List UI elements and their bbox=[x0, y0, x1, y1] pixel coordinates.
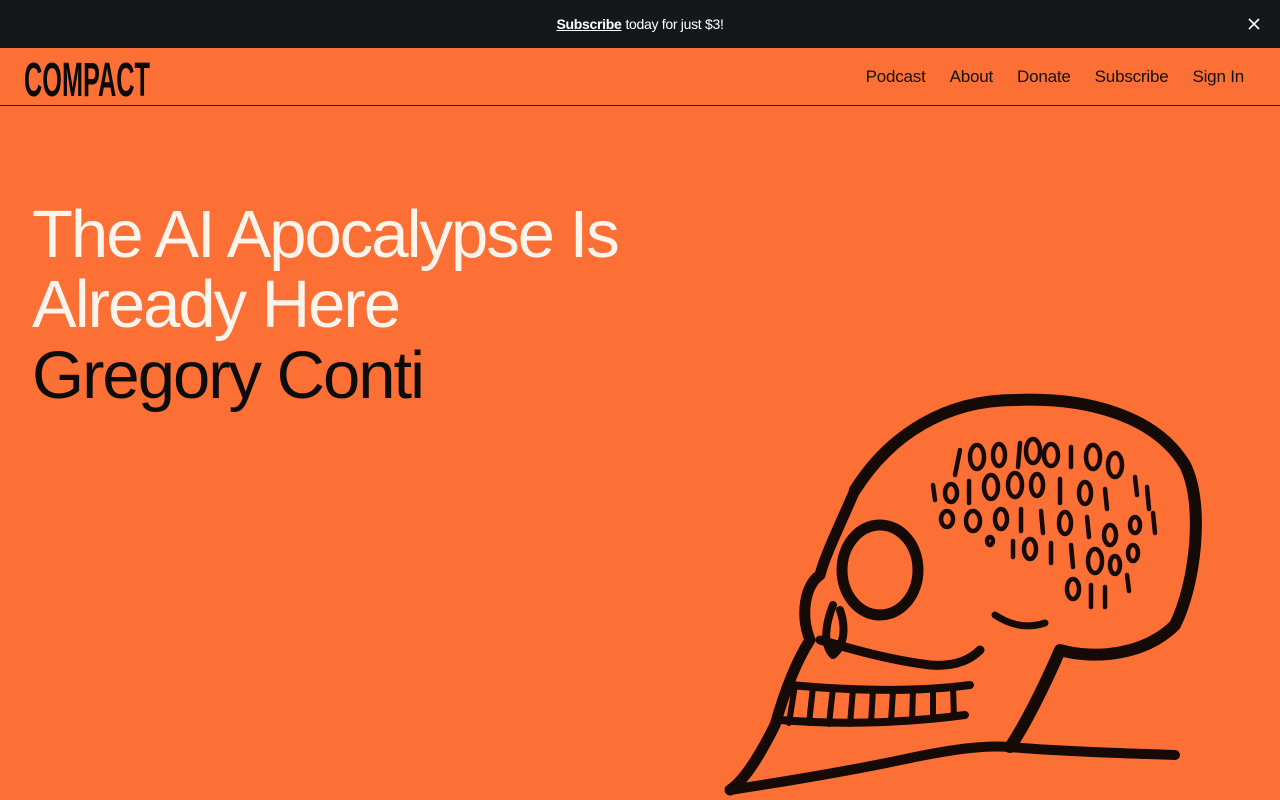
nav-donate[interactable]: Donate bbox=[1017, 67, 1071, 87]
nav-about[interactable]: About bbox=[950, 67, 994, 87]
nav-sign-in[interactable]: Sign In bbox=[1192, 67, 1244, 87]
promo-text: today for just $3! bbox=[625, 16, 724, 32]
promo-bar: Subscribe today for just $3! bbox=[0, 0, 1280, 48]
nav-podcast[interactable]: Podcast bbox=[866, 67, 926, 87]
article-hero: The AI Apocalypse Is Already Here Gregor… bbox=[32, 200, 732, 412]
main-nav: Podcast About Donate Subscribe Sign In bbox=[866, 48, 1245, 105]
promo-subscribe-link[interactable]: Subscribe bbox=[556, 16, 621, 32]
article-author[interactable]: Gregory Conti bbox=[32, 340, 732, 412]
logo-text: COMPACT bbox=[24, 54, 150, 100]
nav-subscribe[interactable]: Subscribe bbox=[1095, 67, 1169, 87]
binary-skull-illustration bbox=[715, 385, 1225, 800]
compact-logo[interactable]: COMPACT bbox=[24, 54, 152, 100]
article-title[interactable]: The AI Apocalypse Is Already Here bbox=[32, 200, 732, 340]
site-header: COMPACT Podcast About Donate Subscribe S… bbox=[0, 48, 1280, 106]
close-icon[interactable] bbox=[1244, 14, 1264, 34]
